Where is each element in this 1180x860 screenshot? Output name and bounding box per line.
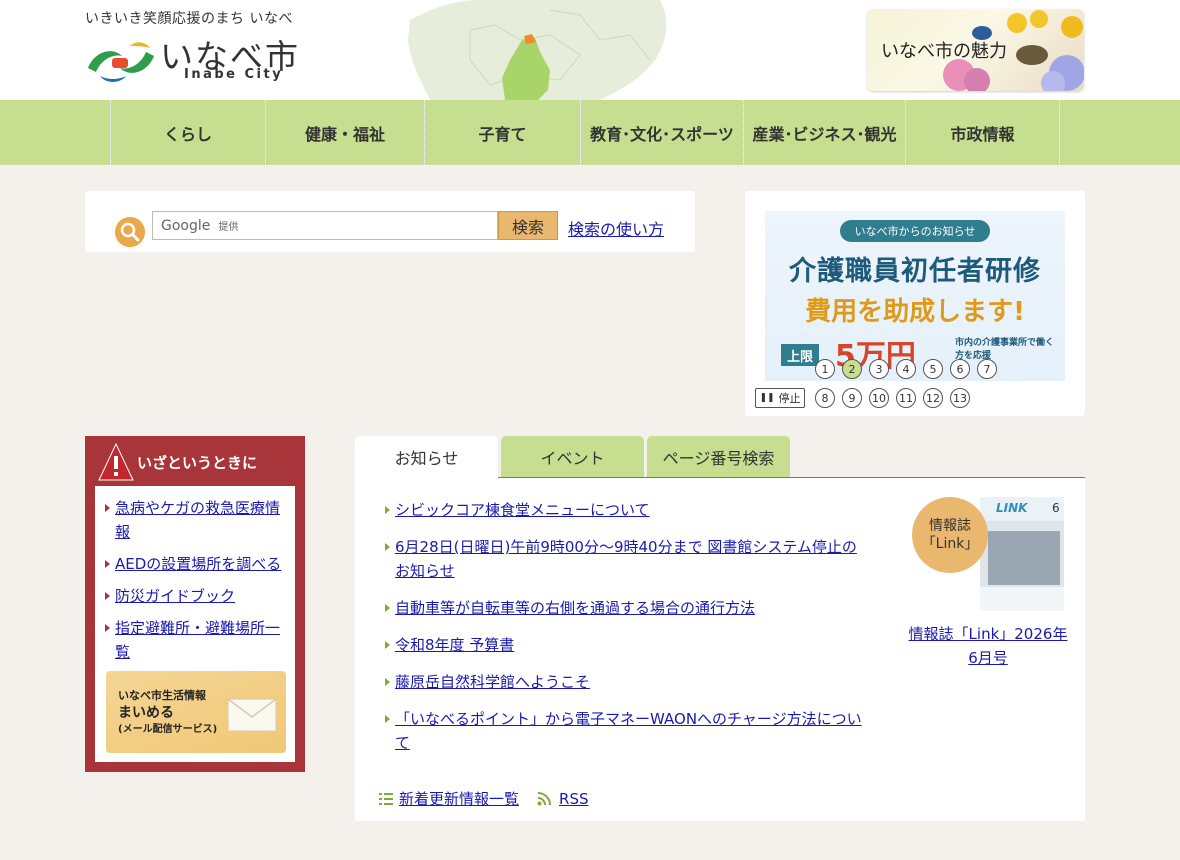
- slider-dot[interactable]: 8: [815, 388, 835, 408]
- global-nav: くらし 健康・福祉 子育て 教育･文化･スポーツ 産業･ビジネス･観光 市政情報: [0, 100, 1180, 165]
- tab-events[interactable]: イベント: [501, 436, 644, 477]
- slider-dot[interactable]: 10: [869, 388, 889, 408]
- link-cover-issue: 6: [1052, 501, 1060, 515]
- slider-dot[interactable]: 9: [842, 388, 862, 408]
- news-item-link[interactable]: シビックコア棟食堂メニューについて: [395, 501, 650, 519]
- nav-item-childcare[interactable]: 子育て: [424, 100, 580, 165]
- mail-banner-line2: まいめる: [118, 705, 174, 721]
- slide-limit-label: 上限: [781, 344, 820, 366]
- news-item-link[interactable]: 藤原岳自然科学館へようこそ: [395, 673, 590, 691]
- search-input[interactable]: Google 提供: [152, 211, 498, 240]
- emergency-link-text[interactable]: AEDの設置場所を調べる: [115, 555, 281, 573]
- mail-banner-line1: いなべ市生活情報: [118, 689, 206, 702]
- city-charm-banner-text: いなべ市の魅力: [881, 41, 1007, 62]
- list-icon: [379, 792, 393, 805]
- google-provided-label: 提供: [218, 222, 239, 233]
- rss-link[interactable]: RSS: [559, 790, 588, 808]
- news-panel: シビックコア棟食堂メニューについて 6月28日(日曜日)午前9時00分～9時40…: [355, 478, 1085, 821]
- emergency-link-text[interactable]: 指定避難所・避難場所一覧: [115, 619, 280, 661]
- pause-label: 停止: [778, 392, 801, 405]
- emergency-body: 急病やケガの救急医療情報 AEDの設置場所を調べる 防災ガイドブック 指定避難所…: [95, 486, 295, 762]
- slider-dot[interactable]: 7: [977, 359, 997, 379]
- slider-dot-active[interactable]: 2: [842, 359, 862, 379]
- slide-title: 介護職員初任者研修: [789, 256, 1041, 287]
- nav-divider: [1059, 100, 1060, 165]
- slider-dot[interactable]: 12: [923, 388, 943, 408]
- slider-pause-button[interactable]: ❚❚ 停止: [755, 388, 805, 408]
- news-item-link[interactable]: 令和8年度 予算書: [395, 636, 514, 654]
- pause-icon: ❚❚: [759, 393, 775, 403]
- emergency-title: いざというときに: [137, 454, 258, 472]
- envelope-icon: [227, 698, 277, 732]
- site-tagline: いきいき笑顔応援のまち いなべ: [85, 11, 293, 27]
- site-header: いきいき笑顔応援のまち いなべ いなべ市 Inabe City いなべ市の魅力: [0, 0, 1180, 100]
- news-item-link[interactable]: 「いなべるポイント」から電子マネーWAONへのチャージ方法について: [395, 710, 862, 752]
- emergency-link-medical[interactable]: 急病やケガの救急医療情報: [105, 496, 293, 544]
- emergency-box: いざというときに 急病やケガの救急医療情報 AEDの設置場所を調べる 防災ガイド…: [85, 436, 305, 772]
- link-cover-brand: LINK: [996, 501, 1028, 515]
- slide-subtitle: 費用を助成します!: [805, 297, 1025, 327]
- nav-item-industry-business-tourism[interactable]: 産業･ビジネス･観光: [743, 100, 905, 165]
- link-badge-line1: 情報誌: [929, 518, 971, 534]
- emergency-link-aed[interactable]: AEDの設置場所を調べる: [105, 552, 293, 576]
- news-item[interactable]: 「いなべるポイント」から電子マネーWAONへのチャージ方法について: [385, 707, 865, 755]
- slide-header: いなべ市からのお知らせ: [840, 220, 990, 242]
- news-item-link[interactable]: 6月28日(日曜日)午前9時00分～9時40分まで 図書館システム停止のお知らせ: [395, 538, 857, 580]
- link-badge-line2: 「Link」: [921, 536, 979, 552]
- tab-page-number-search[interactable]: ページ番号検索: [647, 436, 790, 477]
- search-help-link[interactable]: 検索の使い方: [568, 216, 664, 240]
- search-button[interactable]: 検索: [498, 211, 558, 240]
- city-logo-icon[interactable]: [86, 38, 156, 86]
- nav-item-health-welfare[interactable]: 健康・福祉: [265, 100, 424, 165]
- mail-service-banner[interactable]: いなべ市生活情報 まいめる (メール配信サービス): [106, 671, 286, 753]
- nav-item-city-administration[interactable]: 市政情報: [905, 100, 1059, 165]
- slider-dot[interactable]: 1: [815, 359, 835, 379]
- map-graphic: [408, 0, 667, 100]
- slider-dot[interactable]: 5: [923, 359, 943, 379]
- emergency-link-text[interactable]: 防災ガイドブック: [115, 587, 235, 605]
- city-charm-banner[interactable]: いなべ市の魅力: [867, 9, 1084, 91]
- news-item[interactable]: 令和8年度 予算書: [385, 633, 865, 657]
- site-logo-subtitle: Inabe City: [184, 67, 284, 82]
- slide-banner-caregiver-training[interactable]: いなべ市からのお知らせ 介護職員初任者研修 費用を助成します! 上限 5万円 市…: [765, 211, 1065, 381]
- slider-dot[interactable]: 4: [896, 359, 916, 379]
- tab-news[interactable]: お知らせ: [355, 436, 498, 478]
- news-list-all-link[interactable]: 新着更新情報一覧: [399, 788, 519, 809]
- news-item[interactable]: 6月28日(日曜日)午前9時00分～9時40分まで 図書館システム停止のお知らせ: [385, 535, 865, 583]
- news-item[interactable]: シビックコア棟食堂メニューについて: [385, 498, 865, 522]
- search-icon: [115, 217, 145, 247]
- link-magazine-cover[interactable]: LINK 6: [980, 497, 1064, 611]
- slider-dot[interactable]: 6: [950, 359, 970, 379]
- slide-note: 市内の介護事業所で働く方を応援: [955, 338, 1055, 361]
- rss-icon: [537, 791, 552, 805]
- news-item[interactable]: 自動車等が自転車等の右側を通過する場合の通行方法: [385, 596, 865, 620]
- emergency-link-text[interactable]: 急病やケガの救急医療情報: [115, 499, 280, 541]
- slider-dot[interactable]: 13: [950, 388, 970, 408]
- slider-dot[interactable]: 3: [869, 359, 889, 379]
- emergency-link-evacuation[interactable]: 指定避難所・避難場所一覧: [105, 616, 293, 664]
- news-item[interactable]: 藤原岳自然科学館へようこそ: [385, 670, 865, 694]
- nav-item-education-culture-sports[interactable]: 教育･文化･スポーツ: [580, 100, 743, 165]
- warning-icon: [98, 442, 134, 481]
- emergency-link-disaster-guide[interactable]: 防災ガイドブック: [105, 584, 293, 608]
- news-footer: 新着更新情報一覧 RSS: [379, 788, 588, 809]
- slider-dot[interactable]: 11: [896, 388, 916, 408]
- mail-banner-line3: (メール配信サービス): [118, 724, 218, 735]
- news-item-link[interactable]: 自動車等が自転車等の右側を通過する場合の通行方法: [395, 599, 755, 617]
- google-brand-label: Google: [161, 217, 211, 234]
- link-magazine-badge: 情報誌 「Link」: [912, 497, 988, 573]
- link-magazine-caption[interactable]: 情報誌「Link」2026年6月号: [908, 622, 1068, 670]
- nav-item-living[interactable]: くらし: [110, 100, 265, 165]
- banner-slider: いなべ市からのお知らせ 介護職員初任者研修 費用を助成します! 上限 5万円 市…: [745, 191, 1085, 416]
- site-search: Google 提供 検索 検索の使い方: [85, 191, 695, 252]
- news-tabs: お知らせ イベント ページ番号検索: [355, 436, 1085, 478]
- emergency-header: いざというときに: [85, 436, 305, 486]
